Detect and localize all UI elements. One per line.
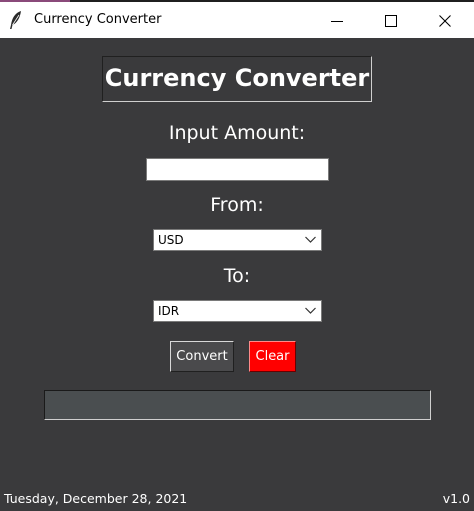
chevron-down-icon — [305, 307, 316, 314]
from-currency-value: USD — [158, 233, 184, 247]
amount-input[interactable] — [146, 158, 329, 181]
app-heading: Currency Converter — [102, 56, 372, 102]
feather-icon — [8, 10, 24, 30]
app-heading-text: Currency Converter — [104, 64, 370, 92]
footer-date: Tuesday, December 28, 2021 — [4, 491, 188, 506]
close-icon — [439, 15, 451, 27]
maximize-button[interactable] — [368, 4, 414, 38]
maximize-icon — [385, 15, 397, 27]
to-currency-value: IDR — [158, 304, 180, 318]
to-label: To: — [223, 265, 251, 287]
clear-button[interactable]: Clear — [249, 341, 296, 372]
result-field — [44, 390, 431, 420]
title-bar[interactable]: Currency Converter — [0, 2, 474, 38]
convert-button[interactable]: Convert — [170, 341, 234, 372]
footer-version: v1.0 — [442, 491, 470, 506]
to-currency-select[interactable]: IDR — [153, 300, 322, 322]
amount-label: Input Amount: — [168, 122, 306, 144]
close-button[interactable] — [422, 4, 468, 38]
app-window: Currency Converter Currency Converter In… — [0, 0, 474, 511]
from-currency-select[interactable]: USD — [153, 229, 322, 251]
from-label: From: — [210, 194, 264, 216]
chevron-down-icon — [305, 236, 316, 243]
window-title: Currency Converter — [34, 12, 162, 27]
minimize-icon — [331, 21, 343, 22]
minimize-button[interactable] — [314, 4, 360, 38]
